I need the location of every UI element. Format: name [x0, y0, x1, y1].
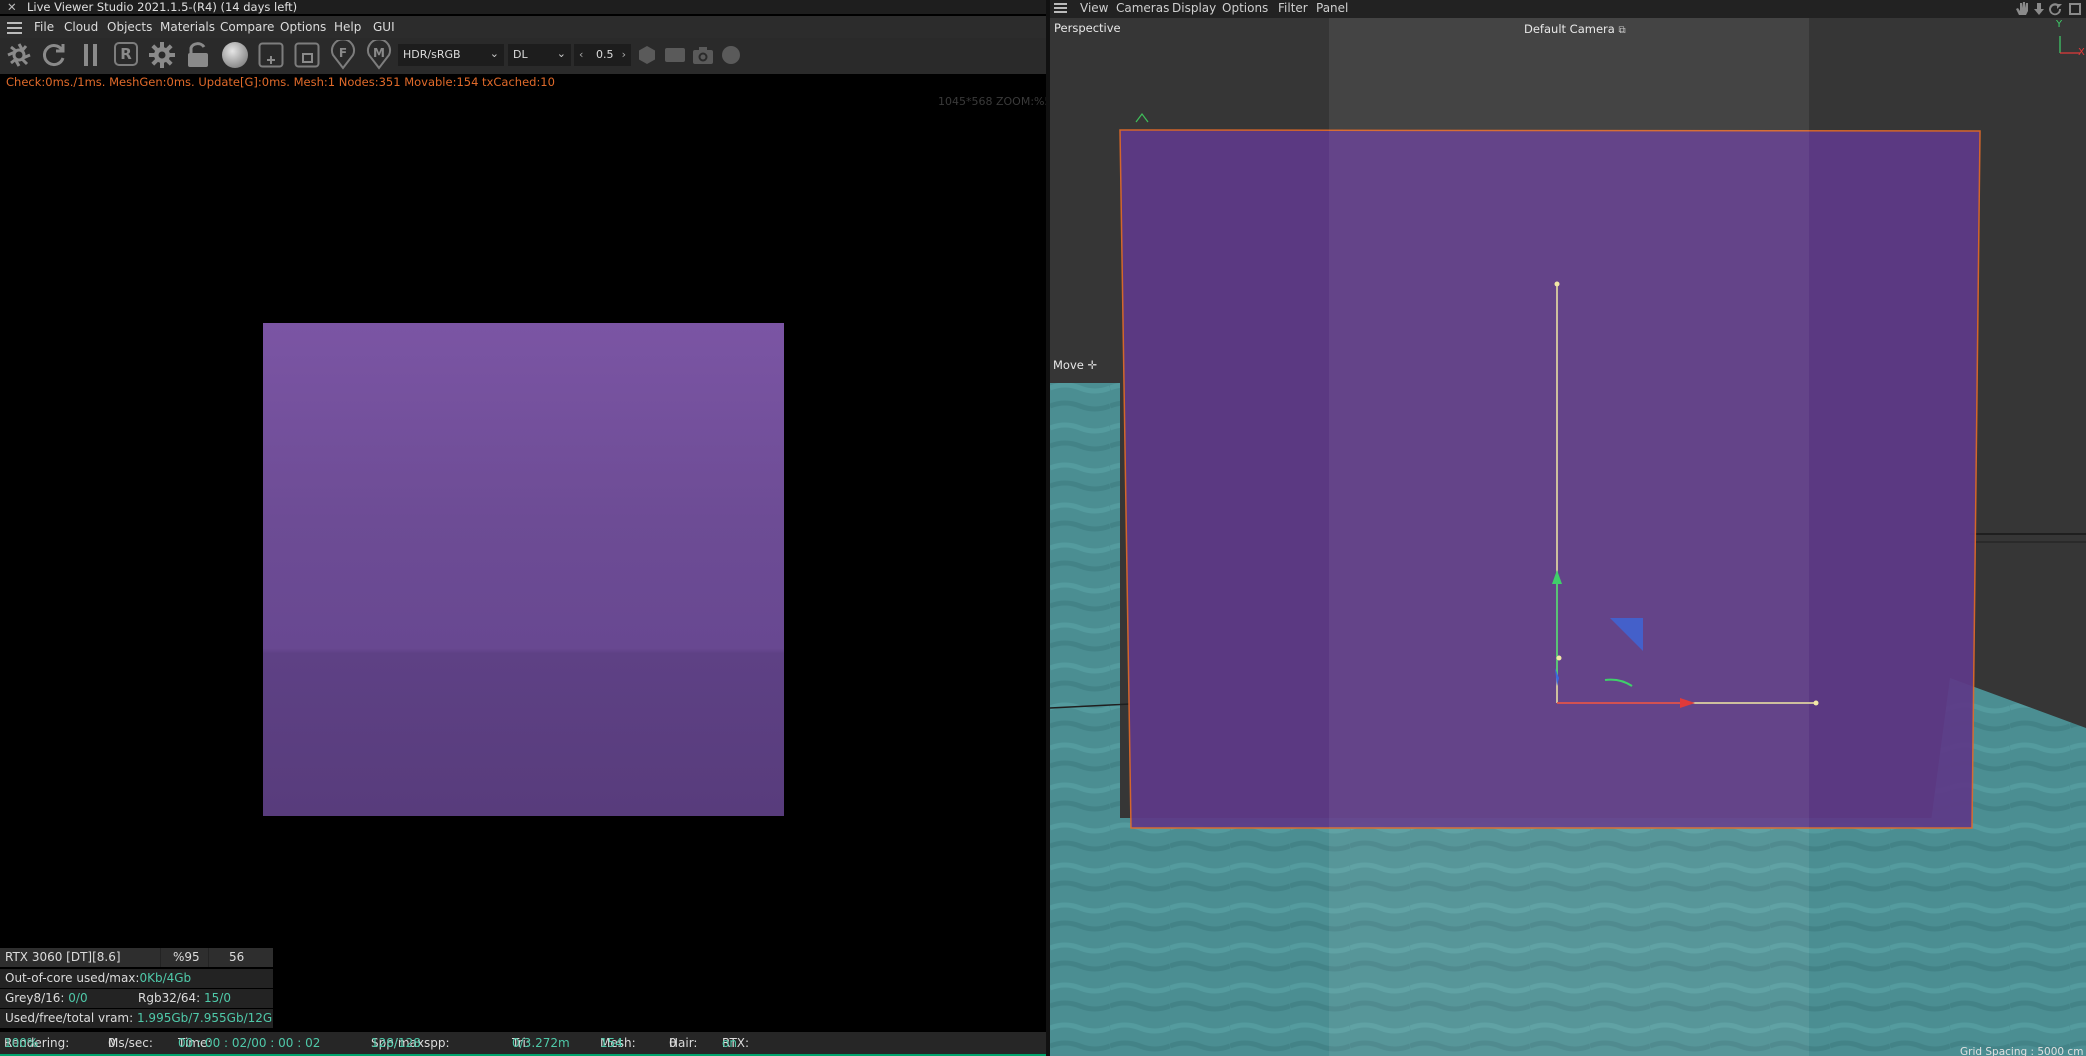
grey-label: Grey8/16: [5, 991, 65, 1005]
viewport-hamburger-icon[interactable] [1054, 2, 1068, 14]
viewport-menu-display[interactable]: Display [1172, 1, 1216, 15]
viewport-scene [1050, 18, 2086, 1056]
increment-icon[interactable]: › [622, 44, 626, 66]
focus-label: F [339, 46, 347, 60]
color-space-value: HDR/sRGB [403, 48, 461, 61]
menu-objects[interactable]: Objects [107, 20, 152, 34]
rgb-label: Rgb32/64: [138, 991, 201, 1005]
focus-picker-icon[interactable]: F [330, 40, 356, 70]
out-of-core-value: 0Kb/4Gb [139, 971, 192, 985]
film-icon[interactable] [664, 47, 686, 63]
mesh-value: 154 [600, 1036, 623, 1050]
vram-value: 1.995Gb/7.955Gb/12Gb [136, 1011, 273, 1025]
kernel-select[interactable]: DL ⌄ [508, 44, 571, 66]
gpu-load: %95 [161, 948, 208, 967]
grid-spacing: Grid Spacing : 5000 cm [1960, 1046, 2084, 1056]
menu-gui[interactable]: GUI [373, 20, 395, 34]
color-space-select[interactable]: HDR/sRGB ⌄ [398, 44, 504, 66]
menu-compare[interactable]: Compare [220, 20, 274, 34]
lock-icon[interactable] [186, 42, 210, 68]
grey-texture-count: Grey8/16: 0/0 [5, 989, 88, 1008]
viewport-nav-icons [2016, 2, 2081, 16]
menu-bar: File Cloud Objects Materials Compare Opt… [0, 16, 1046, 38]
move-icon: ✛ [1087, 358, 1098, 372]
hair-value: 0 [669, 1036, 677, 1050]
viewport-menu-panel[interactable]: Panel [1316, 1, 1348, 15]
viewport-menu-view[interactable]: View [1080, 1, 1108, 15]
decrement-icon[interactable]: ‹ [579, 44, 583, 66]
out-of-core-row: Out-of-core used/max:0Kb/4Gb [0, 969, 273, 988]
menu-options[interactable]: Options [280, 20, 326, 34]
circle-icon[interactable] [721, 45, 741, 65]
gpu-name: RTX 3060 [DT][8.6] [0, 948, 160, 967]
viewport-menu-cameras[interactable]: Cameras [1116, 1, 1169, 15]
viewport-menu-options[interactable]: Options [1222, 1, 1268, 15]
ms-value: 0 [108, 1036, 116, 1050]
maximize-icon[interactable] [2069, 3, 2081, 15]
vram-label: Used/free/total vram: [5, 1011, 134, 1025]
spp-value: 128/128 [371, 1036, 421, 1050]
rtx-value: on [722, 1036, 737, 1050]
window-title: Live Viewer Studio 2021.1.5-(R4) (14 day… [27, 0, 298, 14]
kernel-value: DL [513, 48, 528, 61]
cinema4d-viewport-panel: View Cameras Display Options Filter Pane… [1050, 0, 2086, 1056]
time-value: 00 : 00 : 02/00 : 00 : 02 [178, 1036, 321, 1050]
rgb-texture-count: Rgb32/64: 15/0 [138, 989, 231, 1008]
axis-y-label: Y [2056, 19, 2063, 30]
camera-name: Default Camera [1524, 22, 1615, 36]
refresh-icon[interactable] [41, 42, 67, 68]
title-bar: ✕ Live Viewer Studio 2021.1.5-(R4) (14 d… [0, 0, 1046, 14]
out-of-core-label: Out-of-core used/max: [5, 971, 140, 985]
region-render-icon[interactable]: R [114, 42, 138, 66]
material-picker-icon[interactable]: M [366, 40, 392, 70]
3d-viewport[interactable]: Perspective Default Camera ⧉ Y X Move ✛ … [1050, 18, 2086, 1056]
status-bar: Rendering: 100% Ms/sec: 0 Time: 00 : 00 … [0, 1032, 1046, 1054]
material-label: M [373, 46, 385, 60]
camera-label[interactable]: Default Camera ⧉ [1524, 22, 1626, 36]
texture-count-row: Grey8/16: 0/0 Rgb32/64: 15/0 [0, 989, 273, 1008]
live-viewer-panel: ✕ Live Viewer Studio 2021.1.5-(R4) (14 d… [0, 0, 1058, 1056]
rotate-icon[interactable] [2049, 3, 2062, 16]
vram-row: Used/free/total vram: 1.995Gb/7.955Gb/12… [0, 1009, 273, 1028]
rendering-value: 100% [4, 1036, 39, 1050]
hamburger-menu-icon[interactable] [7, 21, 23, 35]
active-tool: Move ✛ [1053, 358, 1097, 372]
camera-link-icon[interactable]: ⧉ [1618, 25, 1625, 36]
dolly-icon[interactable] [2034, 3, 2044, 15]
hex-icon[interactable] [637, 45, 657, 65]
settings-gear-icon[interactable] [149, 42, 175, 68]
gpu-row: RTX 3060 [DT][8.6] %95 56 [0, 948, 273, 967]
render-stats: Check:0ms./1ms. MeshGen:0ms. Update[G]:0… [6, 75, 555, 89]
add-region-icon[interactable] [258, 42, 284, 68]
close-icon[interactable]: ✕ [7, 0, 17, 14]
pause-icon[interactable] [80, 42, 102, 68]
menu-cloud[interactable]: Cloud [64, 20, 98, 34]
rendered-plane [263, 323, 784, 816]
menu-materials[interactable]: Materials [160, 20, 215, 34]
gpu-temp: 56 [209, 948, 273, 967]
value-stepper[interactable]: ‹ 0.5 › [574, 44, 631, 66]
rgb-value: 15/0 [204, 991, 231, 1005]
menu-file[interactable]: File [34, 20, 54, 34]
viewport-menu-bar: View Cameras Display Options Filter Pane… [1050, 0, 2086, 18]
camera-icon[interactable] [692, 45, 714, 65]
tool-name: Move [1053, 358, 1084, 372]
material-sphere-icon[interactable] [221, 41, 249, 69]
menu-help[interactable]: Help [334, 20, 361, 34]
tri-value: 0/3.272m [512, 1036, 570, 1050]
stepper-value: 0.5 [596, 48, 614, 61]
shutter-icon[interactable] [6, 42, 32, 68]
chevron-down-icon: ⌄ [556, 47, 566, 60]
grey-value: 0/0 [68, 991, 88, 1005]
view-name: Perspective [1054, 21, 1121, 35]
axis-x-label: X [2078, 47, 2085, 58]
viewport-menu-filter[interactable]: Filter [1278, 1, 1308, 15]
pan-icon[interactable] [2016, 2, 2028, 15]
zoom-readout: 1045*568 ZOOM:%50 [938, 95, 1059, 108]
focus-region-icon[interactable] [294, 42, 320, 68]
chevron-down-icon: ⌄ [489, 47, 499, 60]
